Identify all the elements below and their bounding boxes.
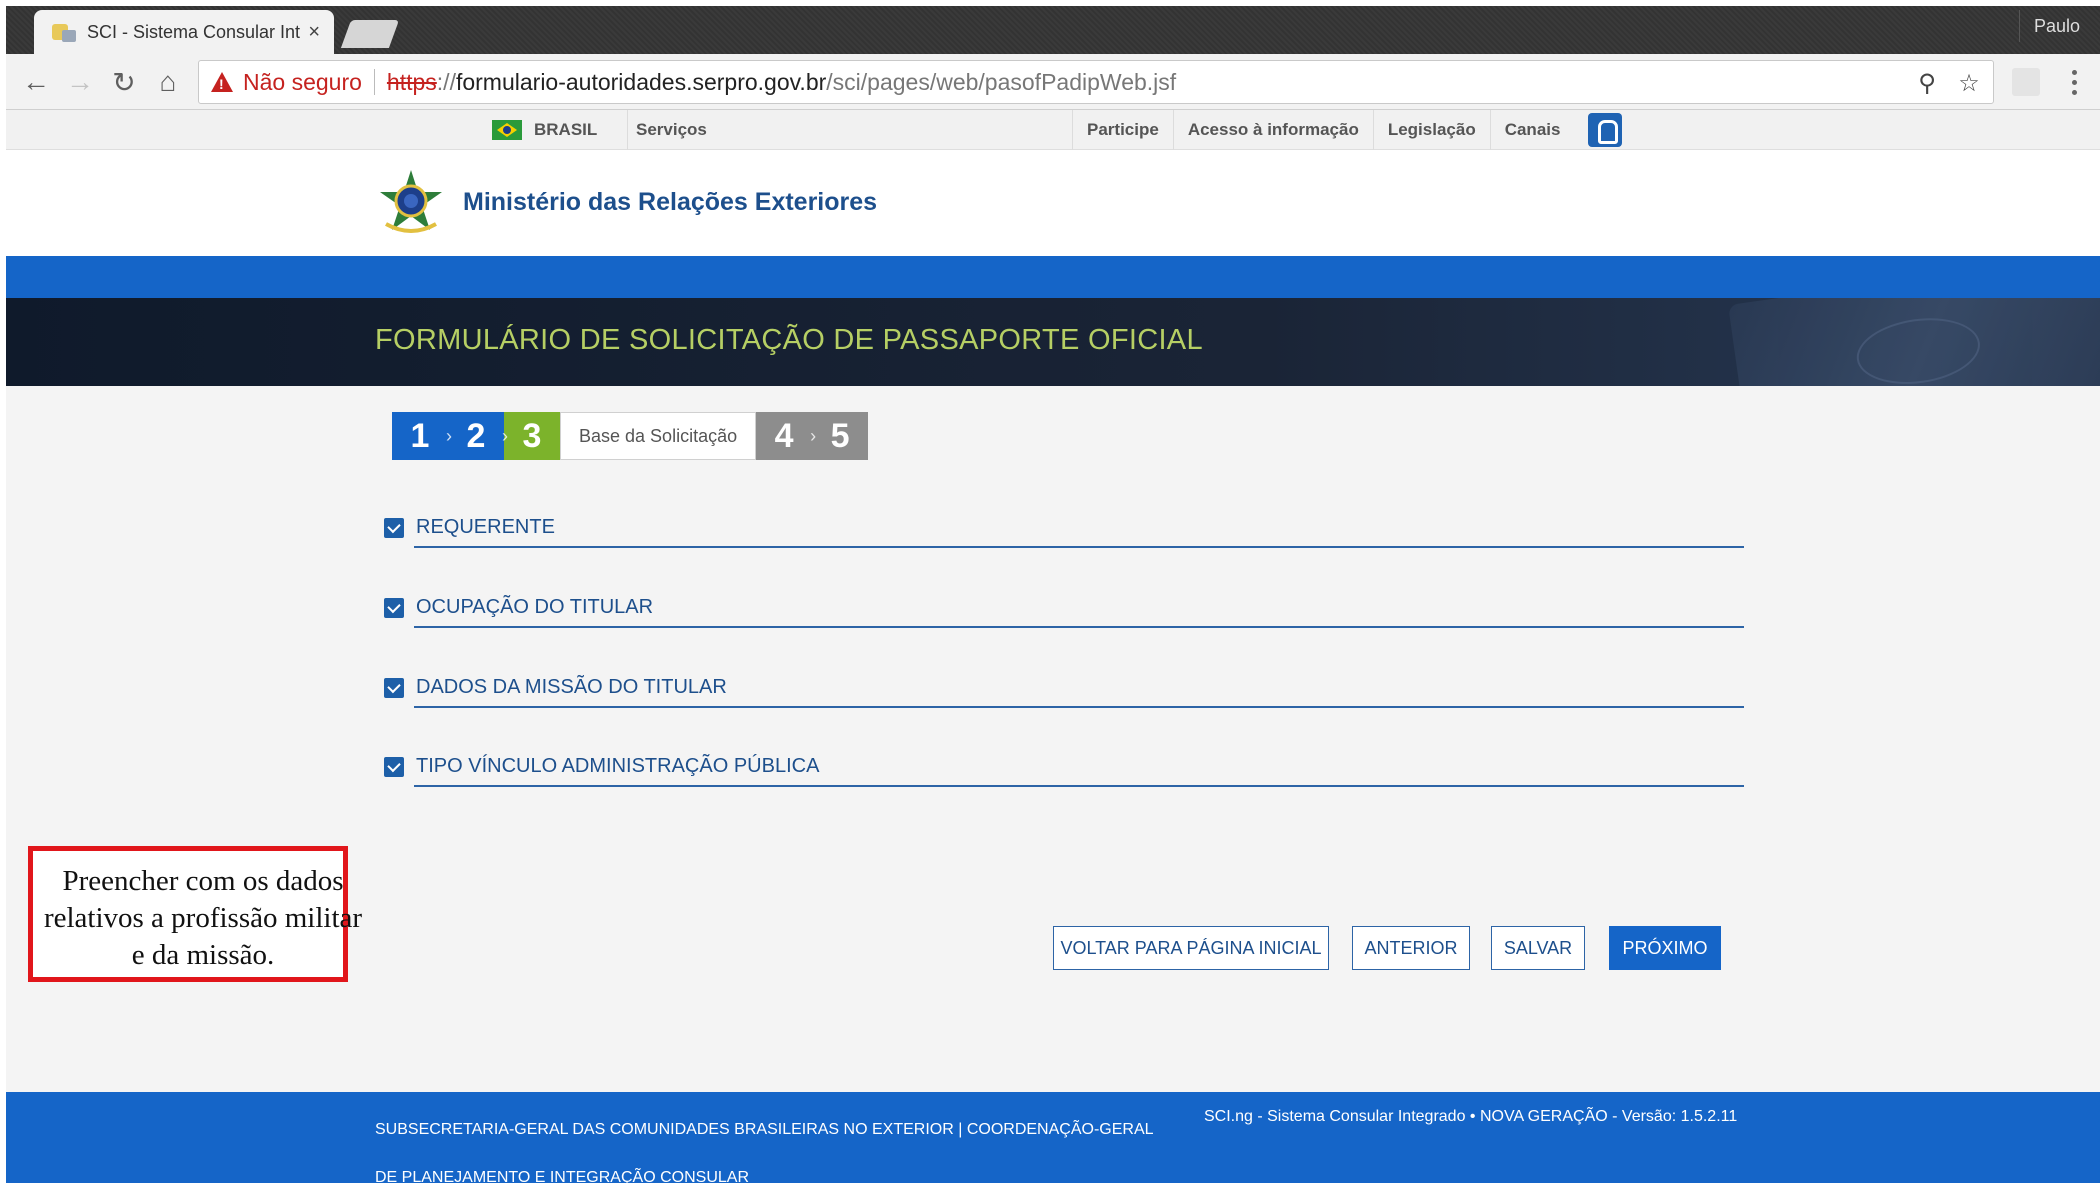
step-chevron-icon: ›	[810, 426, 817, 446]
security-label[interactable]: Não seguro	[243, 69, 362, 96]
gov-servicos-link[interactable]: Serviços	[636, 110, 707, 150]
chevron-down-icon[interactable]	[384, 518, 404, 538]
section-requerente[interactable]: REQUERENTE	[384, 514, 1744, 548]
anterior-button[interactable]: ANTERIOR	[1352, 926, 1470, 970]
section-divider	[414, 785, 1744, 787]
step-5[interactable]: › 5	[810, 412, 869, 460]
coat-of-arms-icon	[380, 170, 442, 233]
form-banner: FORMULÁRIO DE SOLICITAÇÃO DE PASSAPORTE …	[6, 298, 2100, 386]
section-divider	[414, 706, 1744, 708]
section-title[interactable]: OCUPAÇÃO DO TITULAR	[416, 596, 653, 619]
reload-icon[interactable]: ↻	[106, 64, 142, 100]
section-title[interactable]: DADOS DA MISSÃO DO TITULAR	[416, 676, 727, 699]
instruction-callout: Preencher com os dados relativos a profi…	[28, 846, 362, 982]
current-step-label: Base da Solicitação	[560, 412, 757, 460]
menu-icon[interactable]	[2064, 64, 2084, 100]
instruction-text: Preencher com os dados relativos a profi…	[43, 865, 363, 971]
browser-toolbar: ← → ↻ ⌂ Não seguro https://formulario-au…	[6, 54, 2100, 110]
gov-bar: BRASIL Serviços Participe Acesso à infor…	[6, 110, 2100, 150]
footer-version: SCI.ng - Sistema Consular Integrado • NO…	[1204, 1108, 1738, 1125]
gov-brasil-link[interactable]: BRASIL	[492, 110, 629, 150]
accessibility-hand-icon[interactable]	[1588, 113, 1623, 147]
gov-links: Participe Acesso à informação Legislação…	[1072, 110, 1623, 150]
step-2-number: 2	[466, 416, 486, 455]
step-1[interactable]: 1	[392, 412, 448, 460]
section-divider	[414, 626, 1744, 628]
section-divider	[414, 546, 1744, 548]
form-title: FORMULÁRIO DE SOLICITAÇÃO DE PASSAPORTE …	[375, 324, 1203, 356]
tab-title: SCI - Sistema Consular Inte	[86, 21, 301, 42]
gov-link-participe[interactable]: Participe	[1072, 110, 1173, 150]
browser-tab-bar: SCI - Sistema Consular Inte × Paulo	[6, 6, 2100, 54]
voltar-pagina-inicial-button[interactable]: VOLTAR PARA PÁGINA INICIAL	[1053, 926, 1329, 970]
chevron-down-icon[interactable]	[384, 678, 404, 698]
step-3-number: 3	[522, 416, 542, 455]
step-2[interactable]: › 2	[446, 412, 504, 460]
site-header: Ministério das Relações Exteriores	[6, 150, 2100, 256]
warning-icon	[211, 72, 233, 92]
section-tipo-vinculo[interactable]: TIPO VÍNCULO ADMINISTRAÇÃO PÚBLICA	[384, 753, 1744, 787]
brazil-flag-icon	[492, 120, 522, 140]
url-scheme-separator: ://	[436, 68, 456, 95]
browser-tab[interactable]: SCI - Sistema Consular Inte ×	[34, 10, 334, 54]
step-4[interactable]: 4	[756, 412, 813, 460]
profile-button[interactable]: Paulo	[2018, 10, 2094, 42]
main-content: 1 › 2 › 3 Base da Solicitação 4 › 5 REQUERE…	[6, 386, 2100, 1092]
zoom-icon[interactable]: ⚲	[1913, 69, 1941, 97]
new-tab-button[interactable]	[340, 20, 400, 48]
passport-illustration	[1728, 298, 2100, 386]
section-title[interactable]: REQUERENTE	[416, 516, 555, 539]
omnibox-divider	[373, 69, 375, 95]
step-chevron-icon: ›	[446, 426, 452, 446]
step-5-number: 5	[830, 416, 850, 455]
site-footer: SUBSECRETARIA-GERAL DAS COMUNIDADES BRAS…	[6, 1092, 2100, 1183]
section-ocupacao-titular[interactable]: OCUPAÇÃO DO TITULAR	[384, 594, 1744, 628]
step-3-current[interactable]: › 3	[502, 412, 560, 460]
gov-link-canais[interactable]: Canais	[1489, 110, 1575, 150]
section-title[interactable]: TIPO VÍNCULO ADMINISTRAÇÃO PÚBLICA	[416, 755, 819, 778]
url-scheme: https	[386, 68, 437, 95]
close-tab-icon[interactable]: ×	[308, 21, 320, 44]
chevron-down-icon[interactable]	[384, 757, 404, 777]
step-chevron-icon: ›	[502, 426, 508, 446]
site-favicon-icon	[52, 22, 77, 42]
ministry-title[interactable]: Ministério das Relações Exteriores	[463, 188, 877, 217]
step-indicator: 1 › 2 › 3 Base da Solicitação 4 › 5	[392, 412, 869, 460]
omnibox-actions: ⚲ ☆	[1913, 69, 1983, 97]
star-icon[interactable]: ☆	[1955, 69, 1983, 97]
footer-organization: SUBSECRETARIA-GERAL DAS COMUNIDADES BRAS…	[375, 1121, 1153, 1183]
gov-brasil-label: BRASIL	[534, 120, 598, 139]
section-dados-missao[interactable]: DADOS DA MISSÃO DO TITULAR	[384, 674, 1744, 708]
proximo-button[interactable]: PRÓXIMO	[1609, 926, 1721, 970]
url-host: formulario-autoridades.serpro.gov.br	[455, 68, 827, 95]
back-icon[interactable]: ←	[18, 64, 54, 100]
chevron-down-icon[interactable]	[384, 598, 404, 618]
header-blue-bar	[6, 256, 2100, 298]
home-icon[interactable]: ⌂	[150, 64, 186, 100]
salvar-button[interactable]: SALVAR	[1491, 926, 1585, 970]
address-bar[interactable]: Não seguro https://formulario-autoridade…	[198, 60, 1994, 104]
forward-icon[interactable]: →	[62, 64, 98, 100]
extension-icon[interactable]	[2012, 68, 2040, 96]
url-path: /sci/pages/web/pasofPadipWeb.jsf	[826, 68, 1177, 95]
gov-link-acesso-informacao[interactable]: Acesso à informação	[1172, 110, 1373, 150]
gov-link-legislacao[interactable]: Legislação	[1372, 110, 1490, 150]
